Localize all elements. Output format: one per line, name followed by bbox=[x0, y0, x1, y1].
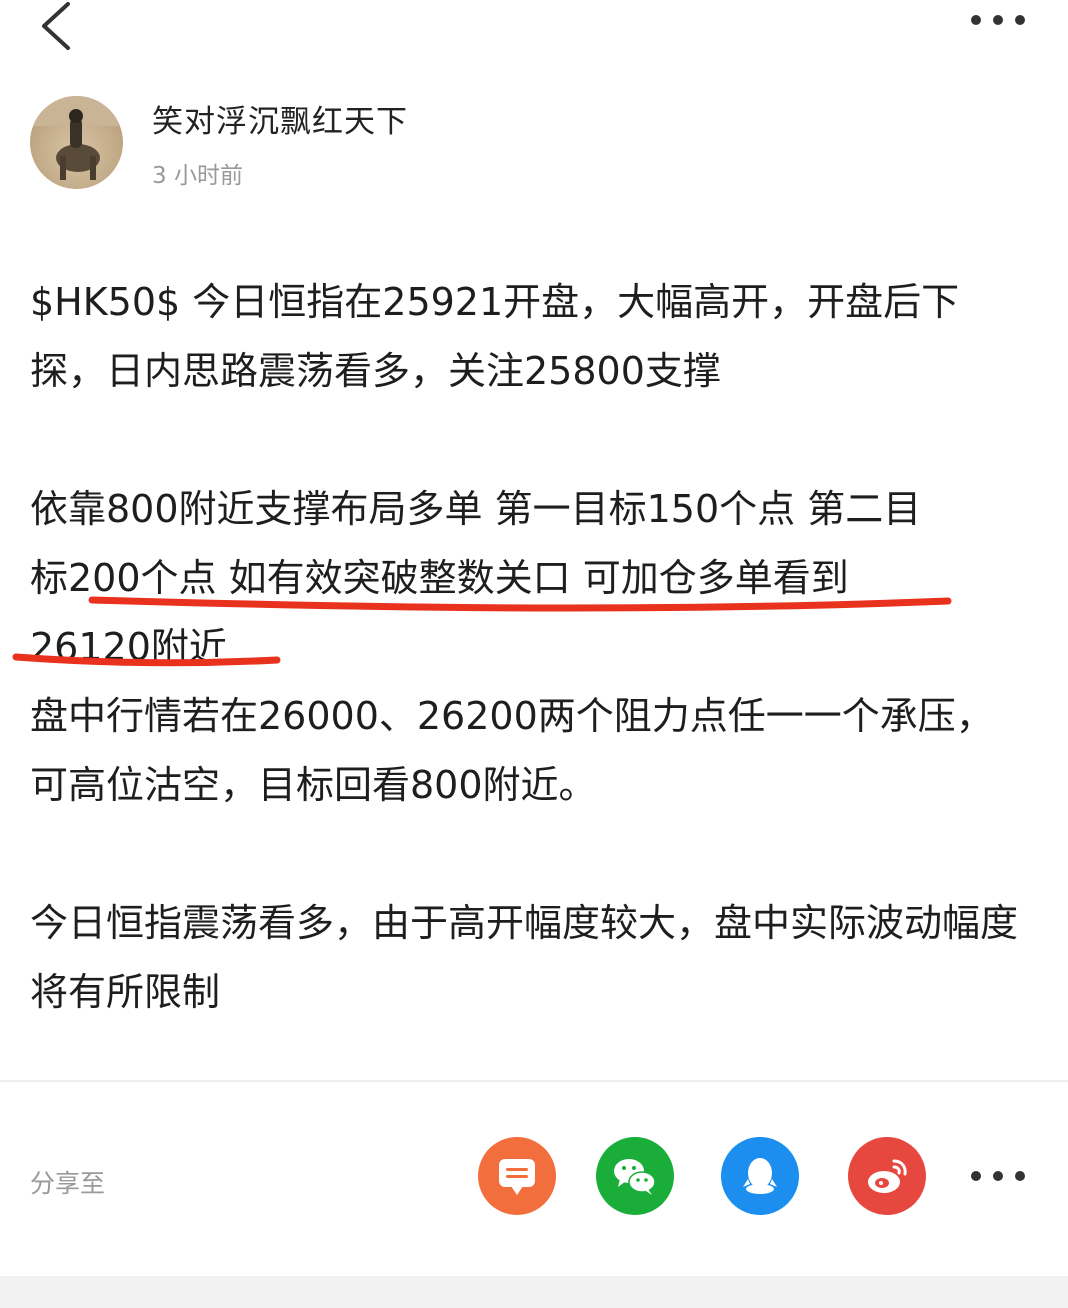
post-detail-page: 笑对浮沉飘红天下 3 小时前 $HK50$ 今日恒指在25921开盘，大幅高开，… bbox=[0, 0, 1068, 1308]
share-message-button[interactable] bbox=[478, 1137, 556, 1215]
chevron-left-icon bbox=[42, 2, 70, 50]
paragraph: 盘中行情若在26000、26200两个阻力点任一一个承压，可高位沽空，目标回看8… bbox=[30, 694, 994, 807]
more-options-button[interactable] bbox=[968, 2, 1038, 38]
share-wechat-button[interactable] bbox=[596, 1137, 674, 1215]
back-button[interactable] bbox=[28, 0, 88, 60]
paragraph-line: 依靠800附近支撑布局多单 第一目标150个点 第二目 bbox=[30, 487, 922, 531]
paragraph: 今日恒指震荡看多，由于高开幅度较大，盘中实际波动幅度将有所限制 bbox=[30, 901, 1019, 1014]
author-name[interactable]: 笑对浮沉飘红天下 bbox=[152, 96, 408, 141]
post-content: $HK50$ 今日恒指在25921开盘，大幅高开，开盘后下探，日内思路震荡看多，… bbox=[30, 268, 1030, 1027]
share-label: 分享至 bbox=[30, 1169, 106, 1198]
avatar[interactable] bbox=[30, 96, 123, 189]
bottom-bar bbox=[0, 1276, 1068, 1308]
qq-icon bbox=[743, 1158, 777, 1194]
avatar-image bbox=[30, 96, 123, 189]
wechat-icon bbox=[614, 1159, 656, 1195]
post-timestamp: 3 小时前 bbox=[152, 163, 243, 189]
share-more-button[interactable] bbox=[962, 1158, 1032, 1194]
share-qq-button[interactable] bbox=[721, 1137, 799, 1215]
paragraph-line: 26120附近 bbox=[30, 625, 227, 669]
divider bbox=[0, 1080, 1068, 1082]
more-horizontal-icon bbox=[971, 1171, 1025, 1181]
paragraph: $HK50$ 今日恒指在25921开盘，大幅高开，开盘后下探，日内思路震荡看多，… bbox=[30, 280, 960, 393]
weibo-icon bbox=[868, 1159, 907, 1193]
more-horizontal-icon bbox=[971, 15, 1025, 25]
paragraph-line: 标200个点 如有效突破整数关口 可加仓多单看到 bbox=[30, 556, 849, 600]
share-weibo-button[interactable] bbox=[848, 1137, 926, 1215]
message-icon bbox=[499, 1159, 535, 1195]
